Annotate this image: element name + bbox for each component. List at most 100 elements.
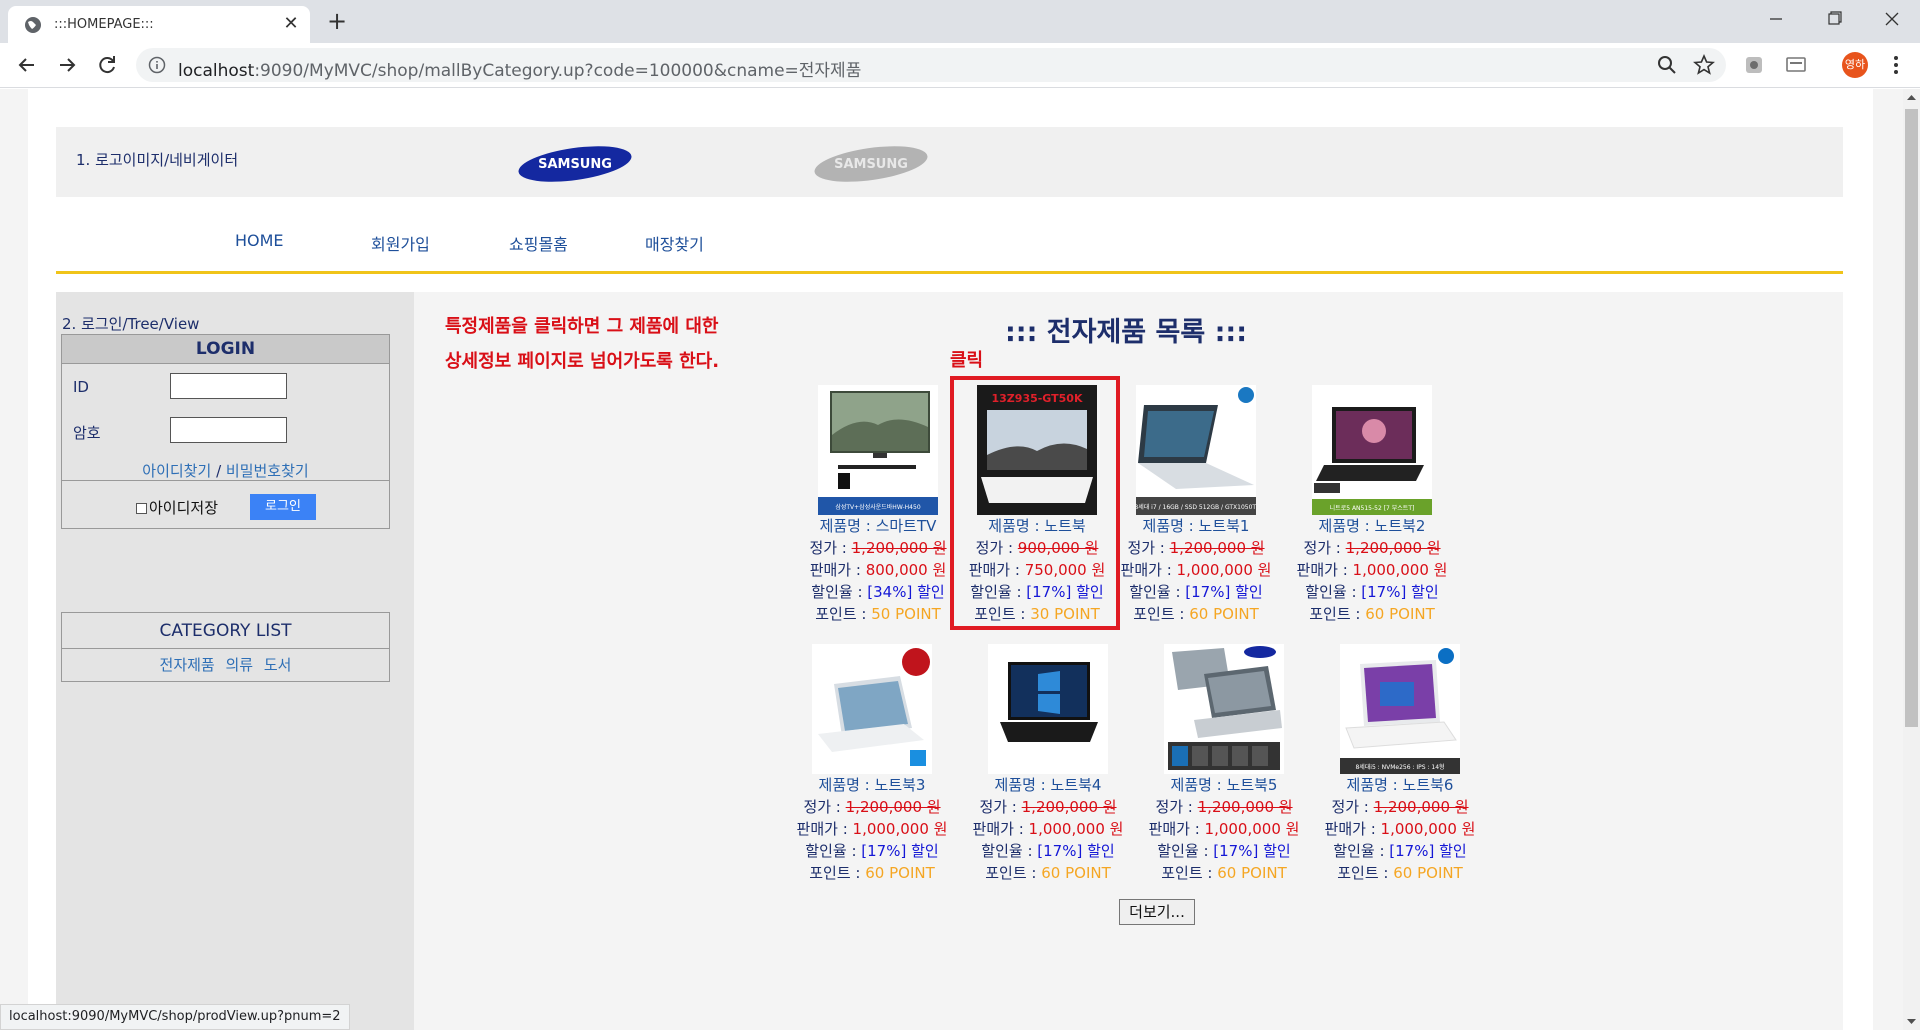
product-sale-price: 판매가 : 1,000,000 원 [1148, 820, 1300, 838]
product-image-laptop-2[interactable]: 니트로5 AN515-52 [7 부스트T] [1312, 385, 1432, 515]
product-point: 포인트 : 60 POINT [1309, 605, 1435, 623]
product-image-laptop[interactable]: 13Z935-GT50K [977, 385, 1097, 515]
id-field[interactable] [170, 373, 287, 399]
product-card[interactable]: 제품명 : 노트북3 정가 : 1,200,000 원 판매가 : 1,000,… [787, 644, 957, 884]
product-card[interactable]: 13Z935-GT50K 제품명 : 노트북 정가 : 900,000 원 판매… [952, 385, 1122, 625]
instruction-line-2: 상세정보 페이지로 넘어가도록 한다. [445, 351, 720, 372]
nav-shop-home[interactable]: 쇼핑몰홈 [509, 231, 568, 255]
product-price: 정가 : 1,200,000 원 [803, 798, 941, 816]
remember-label: 아이디저장 [149, 499, 219, 517]
product-discount: 할인율 : [17%] 할인 [805, 842, 939, 860]
product-sale-price: 판매가 : 1,000,000 원 [1296, 561, 1448, 579]
login-button[interactable]: 로그인 [250, 494, 316, 520]
forward-icon[interactable] [52, 50, 82, 80]
find-password-link[interactable]: 비밀번호찾기 [226, 462, 309, 480]
remember-id[interactable]: 아이디저장 [136, 497, 218, 518]
samsung-logo[interactable]: SAMSUNG [516, 144, 634, 184]
product-point: 포인트 : 60 POINT [985, 864, 1111, 882]
maximize-icon[interactable] [1814, 4, 1854, 34]
product-card[interactable]: 제품명 : 노트북4 정가 : 1,200,000 원 판매가 : 1,000,… [963, 644, 1133, 884]
product-name: 제품명 : 노트북6 [1346, 776, 1454, 794]
product-price: 정가 : 1,200,000 원 [1127, 539, 1265, 557]
click-annotation: 클릭 [950, 350, 984, 371]
product-discount: 할인율 : [17%] 할인 [1157, 842, 1291, 860]
scroll-down-icon[interactable] [1903, 1013, 1920, 1030]
cast-icon[interactable] [1784, 53, 1808, 77]
instruction-line-1: 특정제품을 클릭하면 그 제품에 대한 [445, 316, 719, 337]
tab-title: :::HOMEPAGE::: [54, 17, 154, 32]
product-point: 포인트 : 30 POINT [974, 605, 1100, 623]
product-discount: 할인율 : [17%] 할인 [1305, 583, 1439, 601]
sidebar: 2. 로그인/Tree/View LOGIN ID 암호 아이디찾기 / 비밀번… [56, 292, 414, 1030]
info-icon[interactable] [148, 56, 166, 74]
browser-toolbar: localhost:9090/MyMVC/shop/mallByCategory… [0, 43, 1920, 88]
svg-text:13Z935-GT50K: 13Z935-GT50K [992, 392, 1083, 405]
scroll-up-icon[interactable] [1903, 89, 1920, 106]
sidebar-note: 2. 로그인/Tree/View [62, 315, 200, 333]
product-image-laptop-1[interactable]: 8세대 i7 / 16GB / SSD 512GB / GTX1050Ti [1136, 385, 1256, 515]
product-point: 포인트 : 60 POINT [1337, 864, 1463, 882]
product-image-laptop-6[interactable]: 8세대i5 : NVMe256 : IPS : 14형 [1340, 644, 1460, 774]
product-price: 정가 : 1,200,000 원 [809, 539, 947, 557]
browser-tab[interactable]: :::HOMEPAGE::: ✕ [8, 6, 310, 43]
product-point: 포인트 : 50 POINT [815, 605, 941, 623]
product-name: 제품명 : 노트북2 [1318, 517, 1426, 535]
profile-avatar[interactable]: 영하 [1842, 52, 1868, 78]
more-button[interactable]: 더보기... [1119, 899, 1195, 925]
product-point: 포인트 : 60 POINT [1161, 864, 1287, 882]
product-sale-price: 판매가 : 1,000,000 원 [972, 820, 1124, 838]
back-icon[interactable] [12, 50, 42, 80]
window-close-icon[interactable] [1872, 4, 1912, 34]
product-image-laptop-5[interactable] [1164, 644, 1284, 774]
product-price: 정가 : 1,200,000 원 [1155, 798, 1293, 816]
extension-icon[interactable] [1742, 53, 1766, 77]
globe-icon [25, 17, 41, 33]
svg-text:니트로5 AN515-52 [7 부스트T]: 니트로5 AN515-52 [7 부스트T] [1330, 504, 1415, 512]
close-icon[interactable]: ✕ [280, 13, 302, 35]
password-field[interactable] [170, 417, 287, 443]
login-divider [62, 480, 389, 481]
svg-text:SAMSUNG: SAMSUNG [538, 157, 612, 172]
samsung-logo-gray[interactable]: SAMSUNG [812, 144, 930, 184]
category-box: CATEGORY LIST 전자제품 의류 도서 [61, 612, 390, 682]
minimize-icon[interactable] [1756, 4, 1796, 34]
zoom-icon[interactable] [1656, 54, 1678, 76]
category-links[interactable]: 전자제품 의류 도서 [62, 649, 389, 681]
product-card[interactable]: 8세대 i7 / 16GB / SSD 512GB / GTX1050Ti 제품… [1111, 385, 1281, 625]
reload-icon[interactable] [92, 50, 122, 80]
nav-home[interactable]: HOME [235, 231, 284, 250]
find-links: 아이디찾기 / 비밀번호찾기 [142, 462, 309, 480]
plus-icon[interactable]: + [322, 7, 352, 37]
product-price: 정가 : 1,200,000 원 [1331, 798, 1469, 816]
id-label: ID [73, 378, 89, 396]
product-name: 제품명 : 노트북4 [994, 776, 1102, 794]
header-note: 1. 로고이미지/네비게이터 [76, 151, 239, 169]
nav-store-finder[interactable]: 매장찾기 [645, 231, 704, 255]
header-area: 1. 로고이미지/네비게이터 SAMSUNG SAMSUNG [56, 127, 1843, 197]
url-text[interactable]: localhost:9090/MyMVC/shop/mallByCategory… [178, 56, 861, 81]
nav-signup[interactable]: 회원가입 [371, 231, 430, 255]
remember-checkbox[interactable] [136, 503, 147, 514]
product-sale-price: 판매가 : 800,000 원 [809, 561, 947, 579]
nav-divider [56, 271, 1843, 274]
svg-text:8세대i5 : NVMe256 : IPS : 14형: 8세대i5 : NVMe256 : IPS : 14형 [1355, 763, 1444, 771]
star-icon[interactable] [1692, 53, 1716, 77]
product-image-laptop-3[interactable] [812, 644, 932, 774]
product-card[interactable]: 삼성TV+삼성사운드바HW-H450 제품명 : 스마트TV 정가 : 1,20… [793, 385, 963, 625]
product-discount: 할인율 : [17%] 할인 [981, 842, 1115, 860]
product-card[interactable]: 8세대i5 : NVMe256 : IPS : 14형 제품명 : 노트북6 정… [1315, 644, 1485, 884]
login-title: LOGIN [62, 335, 389, 364]
address-bar[interactable]: localhost:9090/MyMVC/shop/mallByCategory… [136, 48, 1726, 82]
status-bar: localhost:9090/MyMVC/shop/prodView.up?pn… [0, 1004, 350, 1030]
product-image-smart-tv[interactable]: 삼성TV+삼성사운드바HW-H450 [818, 385, 938, 515]
product-sale-price: 판매가 : 1,000,000 원 [1120, 561, 1272, 579]
product-name: 제품명 : 노트북5 [1170, 776, 1278, 794]
scroll-thumb[interactable] [1905, 109, 1918, 727]
find-id-link[interactable]: 아이디찾기 [142, 462, 211, 480]
product-card[interactable]: 제품명 : 노트북5 정가 : 1,200,000 원 판매가 : 1,000,… [1139, 644, 1309, 884]
menu-icon[interactable] [1884, 52, 1908, 78]
product-image-laptop-4[interactable] [988, 644, 1108, 774]
page-scrollbar[interactable] [1903, 89, 1920, 1030]
product-card[interactable]: 니트로5 AN515-52 [7 부스트T] 제품명 : 노트북2 정가 : 1… [1287, 385, 1457, 625]
product-name: 제품명 : 노트북3 [818, 776, 926, 794]
